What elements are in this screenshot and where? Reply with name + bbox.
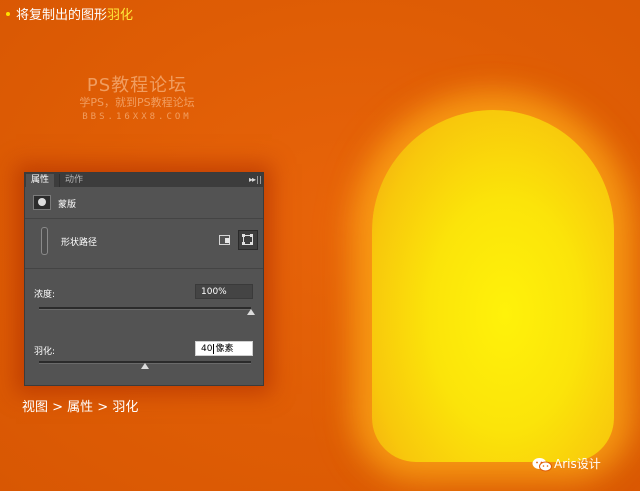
bullet-icon <box>6 11 10 16</box>
feather-input[interactable]: 40 像素 <box>195 341 253 356</box>
mask-label: 蒙版 <box>58 200 77 210</box>
feather-slider-thumb[interactable] <box>141 363 149 369</box>
density-label: 浓度: <box>34 290 56 300</box>
breadcrumb: 视图 > 属性 > 羽化 <box>22 400 139 415</box>
instruction-heading: 将复制出的图形羽化 <box>6 4 133 23</box>
select-mask-icon[interactable] <box>219 233 232 246</box>
panel-collapse-icon[interactable]: ▸▸ <box>249 173 256 186</box>
watermark-subtitle: 学PS，就到PS教程论坛 <box>79 96 195 109</box>
properties-panel: 属性 动作 ▸▸ 蒙版 形状路径 浓度: 100% 羽化: 40 像素 <box>24 172 264 386</box>
watermark: PS教程论坛 学PS，就到PS教程论坛 BBS.16XX8.COM <box>62 76 212 124</box>
transform-icon[interactable] <box>238 230 258 250</box>
instruction-text: 将复制出的图形 <box>16 8 108 23</box>
watermark-url: BBS.16XX8.COM <box>82 112 192 122</box>
panel-tabbar: 属性 动作 ▸▸ <box>25 173 263 187</box>
density-slider-thumb[interactable] <box>247 309 255 315</box>
section-divider <box>25 268 263 269</box>
shape-path-thumbnail[interactable] <box>41 227 48 255</box>
feather-unit: 像素 <box>215 344 234 354</box>
tab-properties[interactable]: 属性 <box>26 174 55 187</box>
mask-icon[interactable] <box>33 195 51 210</box>
wechat-icon <box>532 458 552 472</box>
shape-path-label: 形状路径 <box>61 238 98 248</box>
instruction-highlight: 羽化 <box>107 8 134 23</box>
watermark-title: PS教程论坛 <box>86 75 188 96</box>
density-slider-track[interactable] <box>39 307 251 310</box>
feather-value: 40 <box>201 344 213 354</box>
brand-label: Aris设计 <box>554 457 601 471</box>
feather-label: 羽化: <box>34 347 56 357</box>
density-input[interactable]: 100% <box>195 284 253 299</box>
section-divider <box>25 218 263 219</box>
tab-actions[interactable]: 动作 <box>59 174 88 187</box>
panel-menu-icon[interactable] <box>257 176 261 184</box>
feathered-capsule-shape <box>372 110 614 462</box>
